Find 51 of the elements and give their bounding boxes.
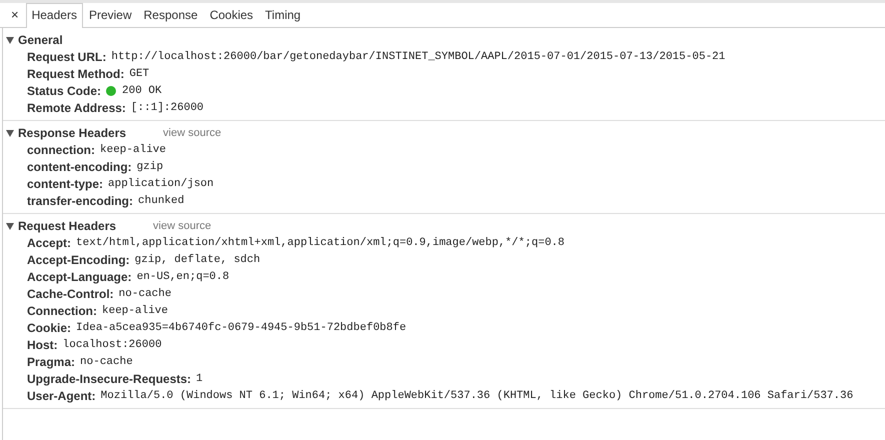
tab[interactable]: Cookies [204,3,260,27]
header-name: transfer-encoding: [27,194,134,208]
header-value: Idea-a5cea935=4b6740fc-0679-4945-9b51-72bdbef0b8fe [76,322,406,334]
header-value: application/json [108,178,214,190]
header-name: Accept-Encoding: [27,252,130,266]
tab[interactable]: Response [138,3,204,27]
header-value: localhost:26000 [62,338,162,350]
header-name: Accept-Language: [27,270,132,284]
expand-triangle-icon[interactable] [6,222,15,230]
tab[interactable]: Headers [26,3,83,28]
close-button[interactable]: × [4,3,26,27]
header-name: Request URL: [27,50,106,64]
status-dot-icon [106,86,116,96]
header-value: keep-alive [100,144,166,156]
header-value: http://localhost:26000/bar/getonedaybar/INSTINET_SYMBOL/AAPL/2015-07-01/2015-07-13/2015-05-21 [111,50,726,62]
header-name: Status Code: [27,84,102,98]
header-value: keep-alive [102,304,168,316]
header-value: en-US,en;q=0.8 [136,270,230,282]
section-title[interactable]: Request Headers [18,218,116,232]
header-name: Pragma: [27,354,76,368]
section-title[interactable]: General [18,32,63,46]
header-value: 1 [196,372,203,384]
header-value: no-cache [118,288,172,300]
header-name: connection: [27,142,95,156]
header-name: Cache-Control: [27,286,114,300]
header-value: Mozilla/5.0 (Windows NT 6.1; Win64; x64) AppleWebKit/537.36 (KHTML, like Gecko) Chrome/51.0.2704.106 Safari/537.36 [100,390,854,402]
header-value: 200 OK [122,84,162,96]
header-value: chunked [138,194,184,206]
header-name: Host: [27,338,58,352]
header-value: text/html,application/xhtml+xml,application/xml;q=0.9,image/webp,*/*;q=0.8 [76,236,564,248]
view-source-link[interactable]: view source [163,126,222,138]
view-source-link[interactable]: view source [153,220,212,232]
header-value: gzip [136,160,164,172]
header-name: Cookie: [27,320,72,334]
header-name: Remote Address: [27,100,126,114]
header-name: Upgrade-Insecure-Requests: [27,372,192,386]
header-name: User-Agent: [27,388,96,402]
header-value: gzip, deflate, sdch [134,254,260,266]
header-name: Accept: [27,236,72,250]
tab[interactable]: Preview [82,3,138,27]
header-value: [::1]:26000 [130,102,204,114]
header-name: Connection: [27,304,97,318]
header-value: no-cache [80,356,133,368]
header-name: content-type: [27,176,103,190]
expand-triangle-icon[interactable] [6,36,15,44]
section-title[interactable]: Response Headers [18,126,126,140]
expand-triangle-icon[interactable] [6,128,15,136]
header-name: Request Method: [27,66,124,80]
tab[interactable]: Timing [259,3,307,27]
header-name: content-encoding: [27,160,132,174]
header-value: GET [129,68,150,80]
